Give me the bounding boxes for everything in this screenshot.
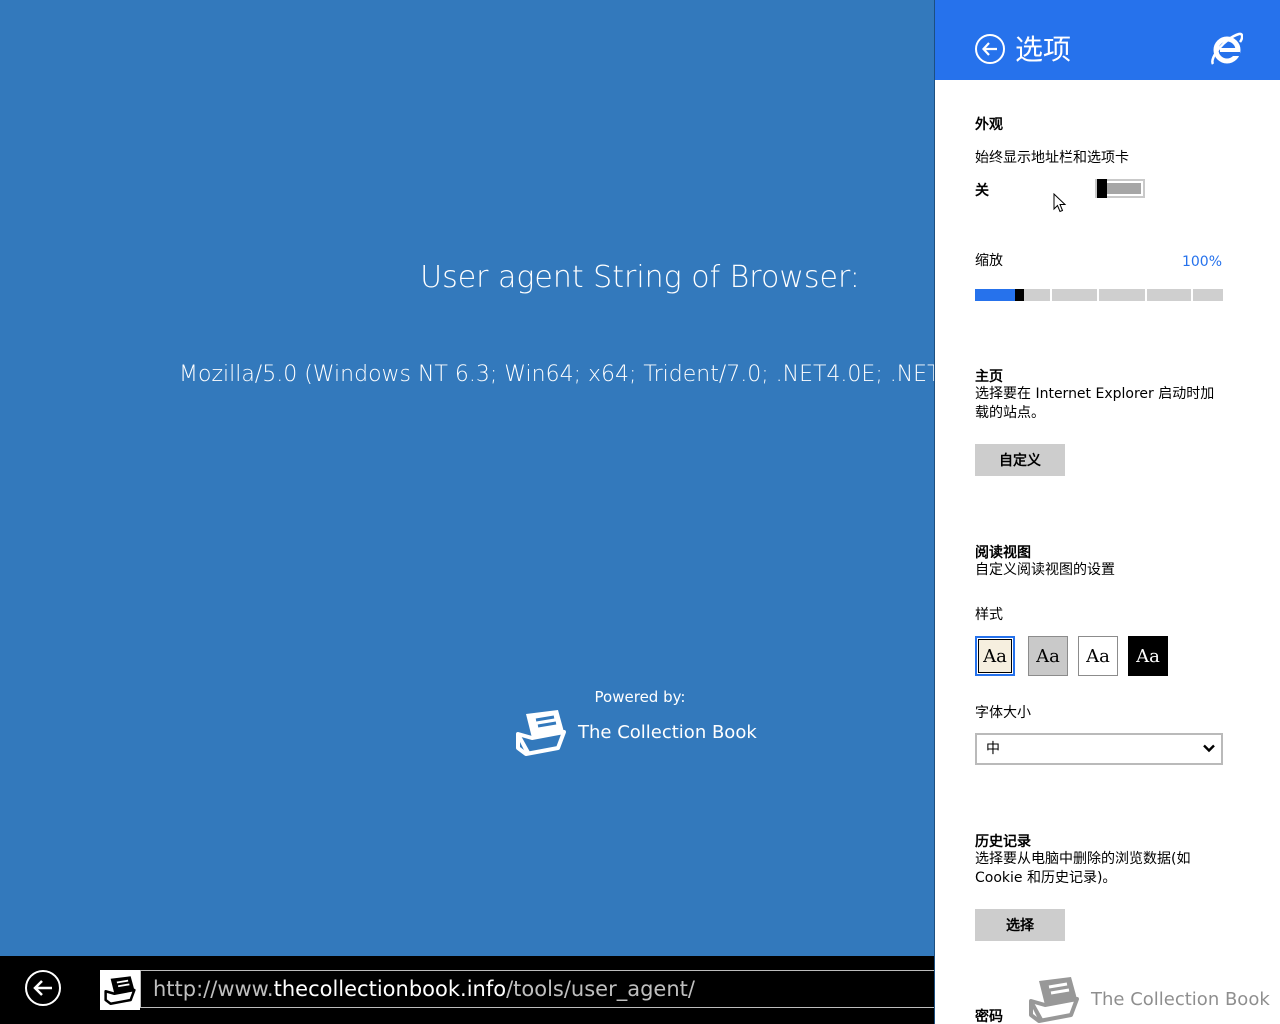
toggle-track [1107, 183, 1141, 194]
book-icon [104, 976, 136, 1005]
style-label: 样式 [975, 607, 1003, 623]
style-option-white[interactable]: Aa [1078, 636, 1118, 676]
zoom-tick [1050, 289, 1052, 301]
toggle-thumb [1097, 179, 1107, 198]
zoom-tick [1191, 289, 1193, 301]
always-show-address-bar-toggle[interactable] [1095, 179, 1145, 198]
brand-name: The Collection Book [578, 721, 757, 743]
arrow-left-icon [33, 980, 52, 996]
font-size-select[interactable]: 中 [975, 733, 1223, 765]
site-favicon [100, 970, 140, 1010]
style-option-black[interactable]: Aa [1128, 636, 1168, 676]
zoom-value: 100% [1181, 254, 1222, 270]
toggle-state-label: 关 [975, 183, 989, 199]
choose-button[interactable]: 选择 [975, 909, 1065, 941]
history-description: 选择要从电脑中删除的浏览数据(如 Cookie 和历史记录)。 [975, 851, 1191, 886]
always-show-address-bar-label: 始终显示地址栏和选项卡 [975, 150, 1129, 166]
url-domain: thecollectionbook.info [273, 977, 507, 1001]
font-size-value: 中 [986, 741, 1000, 757]
history-title: 历史记录 [975, 834, 1031, 850]
zoom-slider[interactable] [975, 289, 1223, 301]
browser-window: User agent String of Browser: Mozilla/5.… [0, 0, 1280, 1024]
zoom-slider-thumb[interactable] [1015, 289, 1024, 301]
url-path: /tools/user_agent/ [506, 977, 695, 1001]
powered-by-brand[interactable]: The Collection Book [514, 708, 757, 756]
appearance-title: 外观 [975, 117, 1003, 133]
flyout-back-button[interactable] [975, 34, 1005, 64]
watermark-text: The Collection Book [1091, 988, 1270, 1010]
web-page-content: User agent String of Browser: Mozilla/5.… [0, 0, 934, 956]
flyout-title: 选项 [1015, 33, 1072, 66]
zoom-tick [1145, 289, 1147, 301]
zoom-tick [1097, 289, 1099, 301]
user-agent-string: Mozilla/5.0 (Windows NT 6.3; Win64; x64;… [179, 362, 934, 387]
powered-by-label: Powered by: [594, 688, 686, 706]
options-flyout: 选项 外观 始终显示地址栏和选项卡 关 缩放 100% 主页 选择要在 Inte… [934, 0, 1280, 1024]
chevron-down-icon [1203, 744, 1215, 753]
passwords-title: 密码 [975, 1009, 1003, 1024]
mouse-cursor-icon [1053, 193, 1067, 213]
flyout-header: 选项 [935, 0, 1280, 80]
url-field[interactable]: http://www.thecollectionbook.info/tools/… [140, 970, 934, 1008]
reading-view-title: 阅读视图 [975, 545, 1031, 561]
watermark: The Collection Book [1027, 975, 1270, 1023]
book-icon [1029, 977, 1079, 1023]
arrow-left-icon [982, 42, 997, 56]
home-title: 主页 [975, 369, 1003, 385]
address-bar: http://www.thecollectionbook.info/tools/… [0, 956, 934, 1024]
style-option-sepia[interactable]: Aa [975, 636, 1015, 676]
zoom-slider-fill [975, 289, 1015, 301]
internet-explorer-icon [1211, 32, 1243, 65]
customize-button[interactable]: 自定义 [975, 444, 1065, 476]
font-size-label: 字体大小 [975, 705, 1031, 721]
book-icon [516, 710, 566, 756]
home-description: 选择要在 Internet Explorer 启动时加载的站点。 [975, 386, 1215, 421]
page-heading: User agent String of Browser: [420, 260, 860, 295]
reading-view-description: 自定义阅读视图的设置 [975, 562, 1115, 578]
url-prefix: http://www. [153, 977, 274, 1001]
style-option-gray[interactable]: Aa [1028, 636, 1068, 676]
back-button[interactable] [25, 970, 61, 1006]
